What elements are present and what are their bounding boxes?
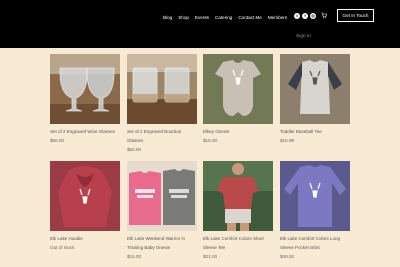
product-card[interactable]: Set of 2 Engraved Bourbon Glasses $50.00	[127, 54, 197, 154]
product-card[interactable]: Elk Lake Hoodie Out of stock	[50, 161, 120, 252]
cart-icon[interactable]	[321, 12, 327, 19]
product-image-wine-glasses[interactable]	[50, 54, 120, 124]
product-name[interactable]: Elk Lake Comfort Colors Long Sleeve Pock…	[280, 234, 350, 252]
facebook-icon[interactable]: f	[302, 13, 308, 19]
product-card[interactable]: Toddler Baseball Tee $16.99	[280, 54, 350, 145]
product-name[interactable]: Elk Lake Weekend Warrior in Training Bab…	[127, 234, 197, 252]
main-nav: Blog Shop Events Catering Contact Me Mem…	[163, 12, 293, 22]
product-name[interactable]: Set of 2 Engraved Wine Glasses	[50, 127, 120, 136]
instagram-icon[interactable]: ◎	[310, 13, 316, 19]
product-card[interactable]: Elk Lake Comfort Colors Long Sleeve Pock…	[280, 161, 350, 261]
twitter-icon[interactable]: t	[294, 13, 300, 19]
product-card[interactable]: Set of 2 Engraved Wine Glasses $50.00	[50, 54, 120, 145]
social-links: t f ◎	[294, 13, 318, 19]
product-price: $39.00	[280, 254, 295, 259]
product-name[interactable]: Elk Lake Comfort Colors Short Sleeve Tee	[203, 234, 273, 252]
product-price: $50.00	[127, 147, 142, 152]
product-name[interactable]: Elkey Onesie	[203, 127, 273, 136]
product-price: $16.99	[280, 138, 295, 143]
product-name[interactable]: Toddler Baseball Tee	[280, 127, 350, 136]
product-card[interactable]: Elk Lake Weekend Warrior in Training Bab…	[127, 161, 197, 261]
sign-in-link[interactable]: Sign In	[296, 34, 311, 39]
nav-shop[interactable]: Shop	[178, 15, 189, 20]
product-image-hoodie[interactable]	[50, 161, 120, 231]
nav-catering[interactable]: Catering	[215, 15, 232, 20]
get-in-touch-button[interactable]: Get In Touch	[337, 9, 374, 22]
product-price: $15.00	[203, 138, 218, 143]
product-image-bourbon-glasses[interactable]	[127, 54, 197, 124]
product-image-elkey-onesie[interactable]	[203, 54, 273, 124]
product-card[interactable]: Elk Lake Comfort Colors Short Sleeve Tee…	[203, 161, 273, 261]
product-image-baby-onesie[interactable]	[127, 161, 197, 231]
nav-blog[interactable]: Blog	[163, 15, 172, 20]
nav-events[interactable]: Events	[195, 15, 209, 20]
product-price: $15.00	[127, 254, 142, 259]
product-name[interactable]: Elk Lake Hoodie	[50, 234, 120, 243]
product-card[interactable]: Elkey Onesie $15.00	[203, 54, 273, 145]
product-image-long-sleeve-tee[interactable]	[280, 161, 350, 231]
site-header: Blog Shop Events Catering Contact Me Mem…	[0, 0, 400, 48]
product-price: $21.00	[203, 254, 218, 259]
product-price: $50.00	[50, 138, 65, 143]
product-name[interactable]: Set of 2 Engraved Bourbon Glasses	[127, 127, 197, 145]
nav-members[interactable]: Members	[268, 15, 287, 20]
nav-contact-me[interactable]: Contact Me	[238, 15, 262, 20]
product-image-toddler-tee[interactable]	[280, 54, 350, 124]
product-image-short-sleeve-tee[interactable]	[203, 161, 273, 231]
product-price: Out of stock	[50, 245, 75, 250]
